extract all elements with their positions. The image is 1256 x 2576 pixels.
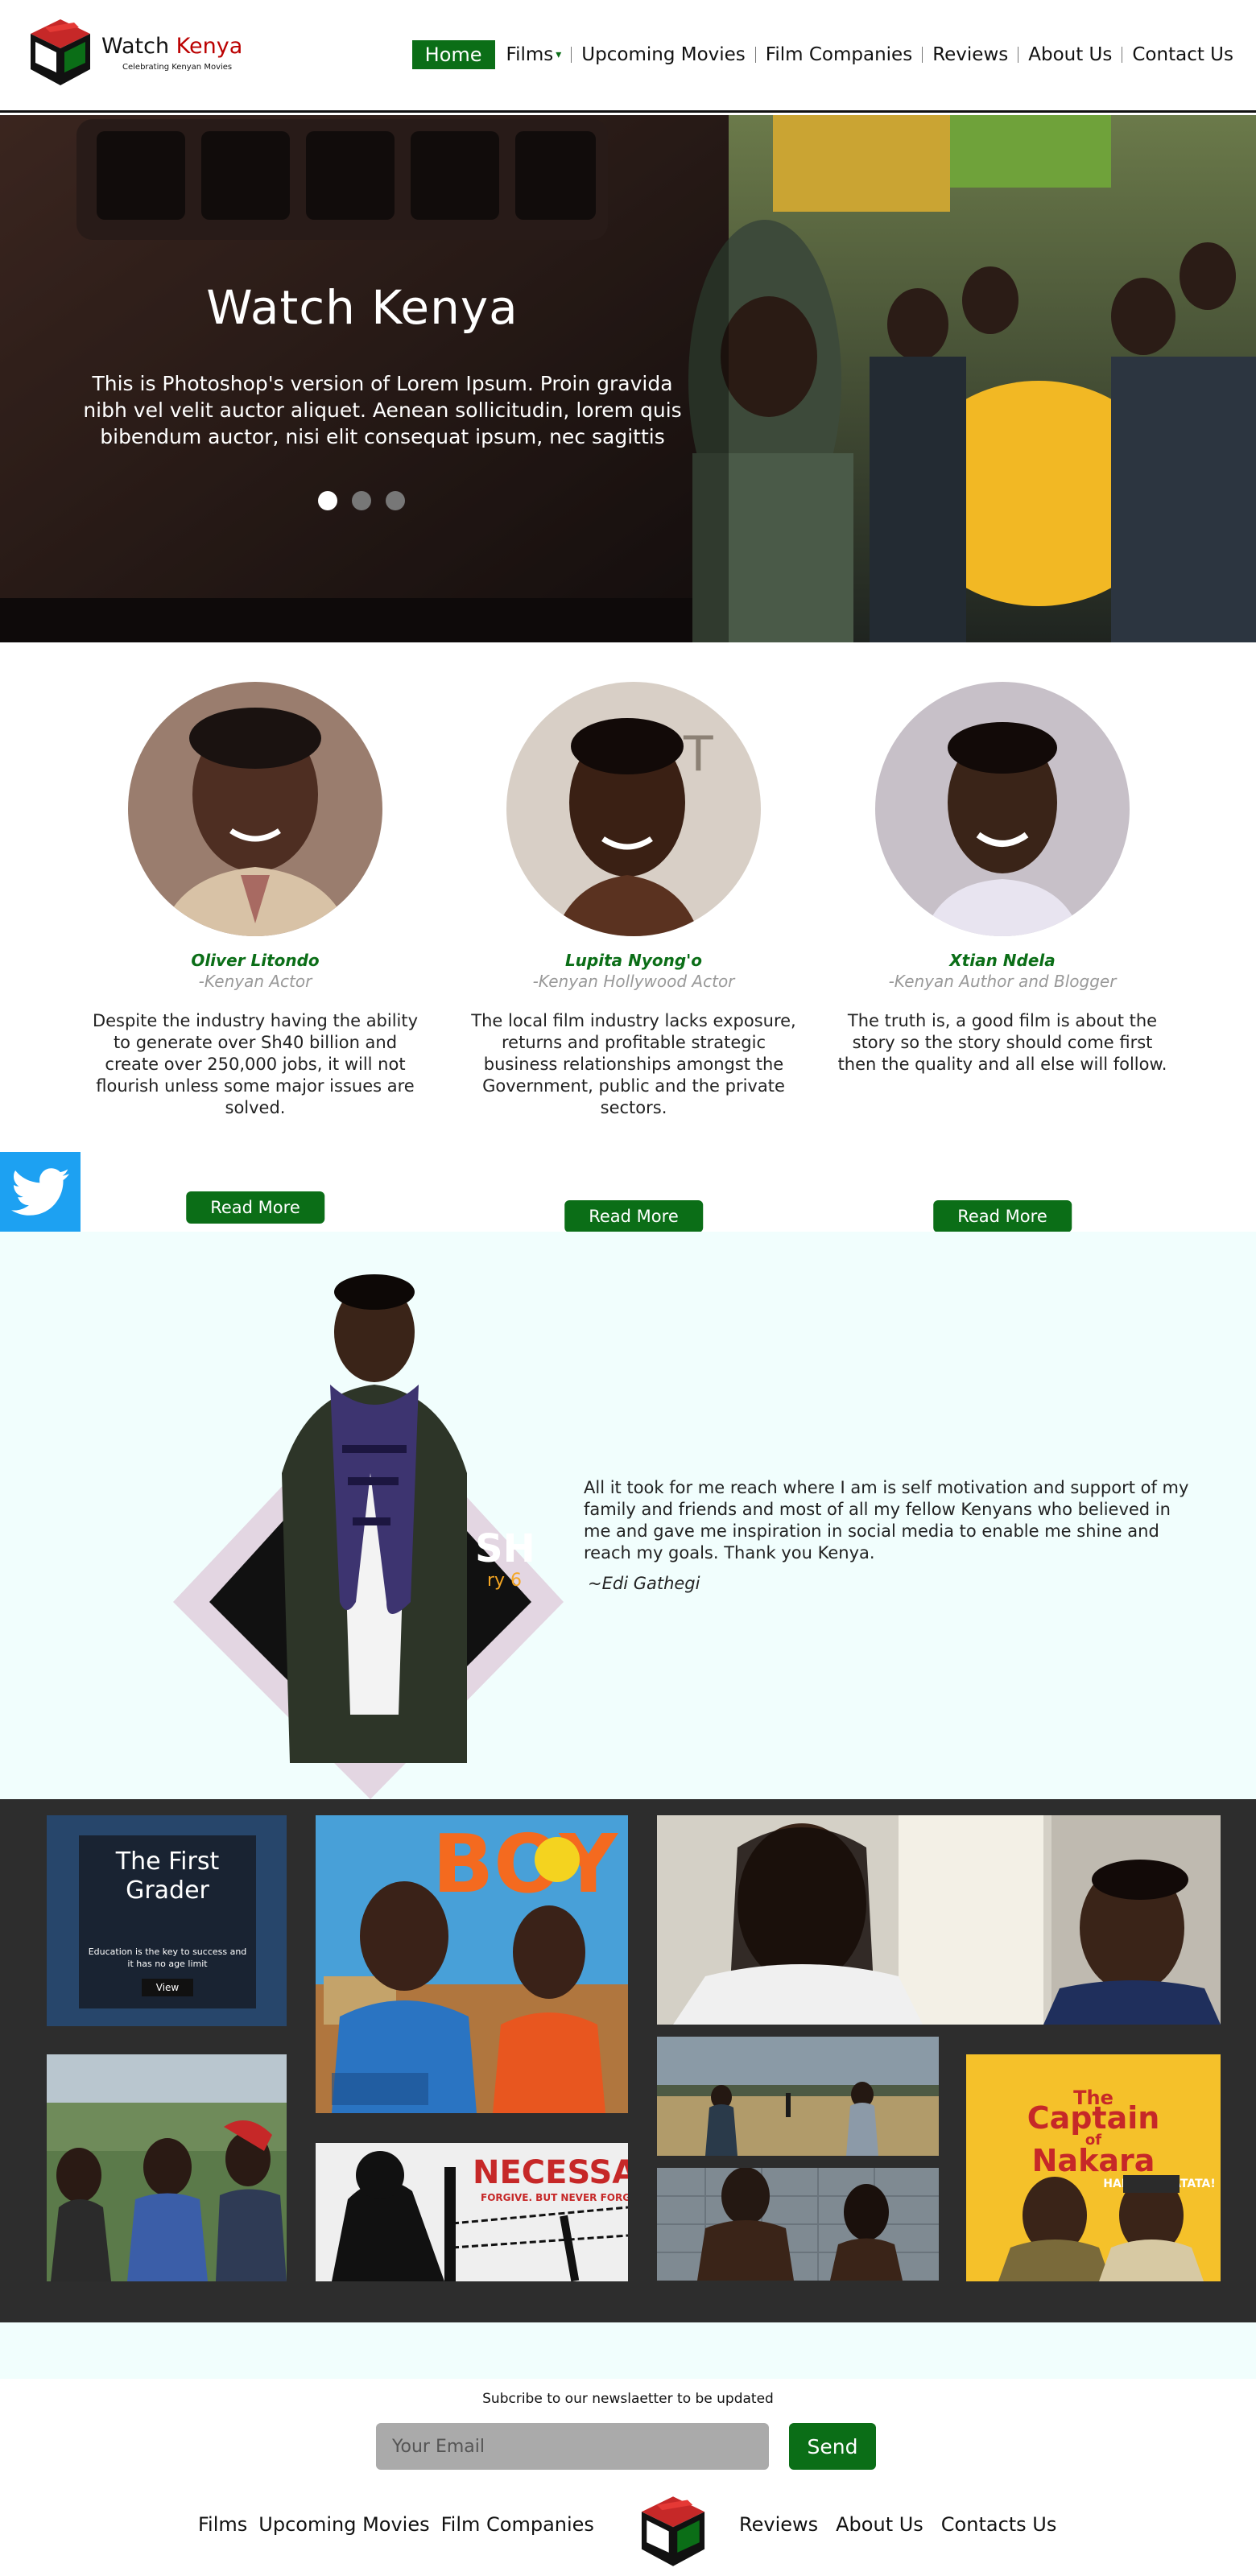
nav-films-label: Films [506,44,554,65]
feature-poster-sub: ry 6 [487,1571,522,1591]
nav-about-us[interactable]: About Us [1028,44,1112,65]
person-quote: The truth is, a good film is about the s… [837,1011,1167,1074]
necessary-title: NECESSARY [473,2154,628,2191]
nav-film-companies[interactable]: Film Companies [766,44,912,65]
footer-link-film-companies[interactable]: Film Companies [441,2513,594,2536]
movie-tile-necessary[interactable]: NECESSARY FORGIVE. BUT NEVER FORGET. [316,2143,628,2281]
footer-link-films[interactable]: Films [198,2513,247,2536]
hero-title: Watch Kenya [206,280,519,335]
nav-upcoming-movies[interactable]: Upcoming Movies [581,44,746,65]
necessary-tagline: FORGIVE. BUT NEVER FORGET. [481,2192,628,2203]
movies-gallery: The First Grader Education is the key to… [0,1799,1256,2322]
feature-photo: SH ry 6 [173,1274,564,1799]
cube-logo-icon [31,19,90,85]
person-name: Oliver Litondo [191,951,320,970]
read-more-button[interactable]: Read More [564,1200,703,1232]
nav-separator [922,47,923,63]
logo-tagline: Celebrating Kenyan Movies [122,63,233,72]
newsletter-label: Subcribe to our newslaetter to be update… [482,2391,774,2407]
person-name: Xtian Ndela [949,951,1056,970]
logo-title: Watch Kenya [101,34,243,59]
person-role: -Kenyan Hollywood Actor [532,972,735,991]
svg-text:T: T [683,726,713,782]
movie-tile-dreadlocks[interactable] [657,1815,1221,2025]
twitter-button[interactable] [0,1152,81,1232]
first-grader-view-button[interactable]: View [142,1979,193,1996]
person-photo: T [506,682,761,936]
footer-link-contacts-us[interactable]: Contacts Us [941,2513,1057,2536]
hero-dot-2[interactable] [352,491,371,510]
movie-tile-captain-nakara[interactable]: The Captain of Nakara HAKUNA MATATA! [966,2054,1221,2281]
person-photo [875,682,1130,936]
nav-films[interactable]: Films ▾ [506,44,562,65]
person-card-xtian: Xtian Ndela -Kenyan Author and Blogger T… [825,682,1180,1232]
person-card-oliver: Oliver Litondo -Kenyan Actor Despite the… [78,682,432,1224]
feature-quote-author: ~Edi Gathegi [588,1574,700,1593]
site-logo[interactable]: Watch Kenya Celebrating Kenyan Movies [24,16,242,89]
person-role: -Kenyan Actor [198,972,312,991]
newsletter-band [0,2322,1256,2379]
footer-nav-left: Films Upcoming Movies Film Companies [198,2513,594,2536]
twitter-icon [11,1168,69,1216]
boy-title: BOY [432,1817,619,1911]
read-more-button[interactable]: Read More [933,1200,1072,1232]
hero-text: This is Photoshop's version of Lorem Ips… [83,372,682,448]
site-header: Watch Kenya Celebrating Kenyan Movies Ho… [0,0,1256,113]
footer-link-upcoming-movies[interactable]: Upcoming Movies [258,2513,429,2536]
feature-poster-text: SH [475,1526,535,1571]
nav-separator [754,47,756,63]
nav-separator [571,47,572,63]
hero-dot-1[interactable] [318,491,337,510]
nav-reviews[interactable]: Reviews [932,44,1008,65]
first-grader-title: The First Grader [115,1847,220,1905]
movie-tile-boy[interactable]: BOY [316,1815,628,2113]
footer-nav-right: Reviews About Us Contacts Us [739,2513,1056,2536]
newsletter-email-input[interactable] [376,2423,769,2470]
movie-tile-field[interactable] [657,2037,939,2156]
hero-dot-3[interactable] [386,491,405,510]
footer-cube-logo-icon[interactable] [633,2493,713,2570]
person-name: Lupita Nyong'o [564,951,703,970]
captain-title-line2: Captain [1027,2100,1160,2136]
hero-slider: Watch Kenya This is Photoshop's version … [0,115,1256,642]
hero-pagination [318,491,405,510]
read-more-button[interactable]: Read More [186,1191,324,1224]
feature-quote-text: All it took for me reach where I am is s… [584,1478,1189,1563]
person-photo [128,682,382,936]
footer-link-about-us[interactable]: About Us [836,2513,923,2536]
movie-tile-first-grader[interactable]: The First Grader Education is the key to… [47,1815,287,2026]
captain-title-line4: Nakara [1032,2143,1155,2178]
main-nav: Home Films ▾ Upcoming Movies Film Compani… [411,40,1233,69]
footer-link-reviews[interactable]: Reviews [739,2513,818,2536]
testimonials-section: Oliver Litondo -Kenyan Actor Despite the… [0,644,1256,1232]
first-grader-tagline: Education is the key to success and it h… [88,1946,247,1969]
person-role: -Kenyan Author and Blogger [888,972,1117,991]
nav-contact-us[interactable]: Contact Us [1132,44,1233,65]
person-quote: The local film industry lacks exposure, … [471,1011,796,1117]
person-quote: Despite the industry having the ability … [92,1011,419,1117]
movie-tile-wall[interactable] [657,2168,939,2281]
caret-down-icon: ▾ [556,48,562,61]
nav-home[interactable]: Home [411,40,495,69]
movie-tile-village[interactable] [47,2054,287,2281]
newsletter-send-button[interactable]: Send [789,2423,876,2470]
feature-quote-section: SH ry 6 All it took for me reach where I… [0,1232,1256,1799]
person-card-lupita: T Lupita Nyong'o -Kenyan Hollywood Actor… [457,682,811,1232]
